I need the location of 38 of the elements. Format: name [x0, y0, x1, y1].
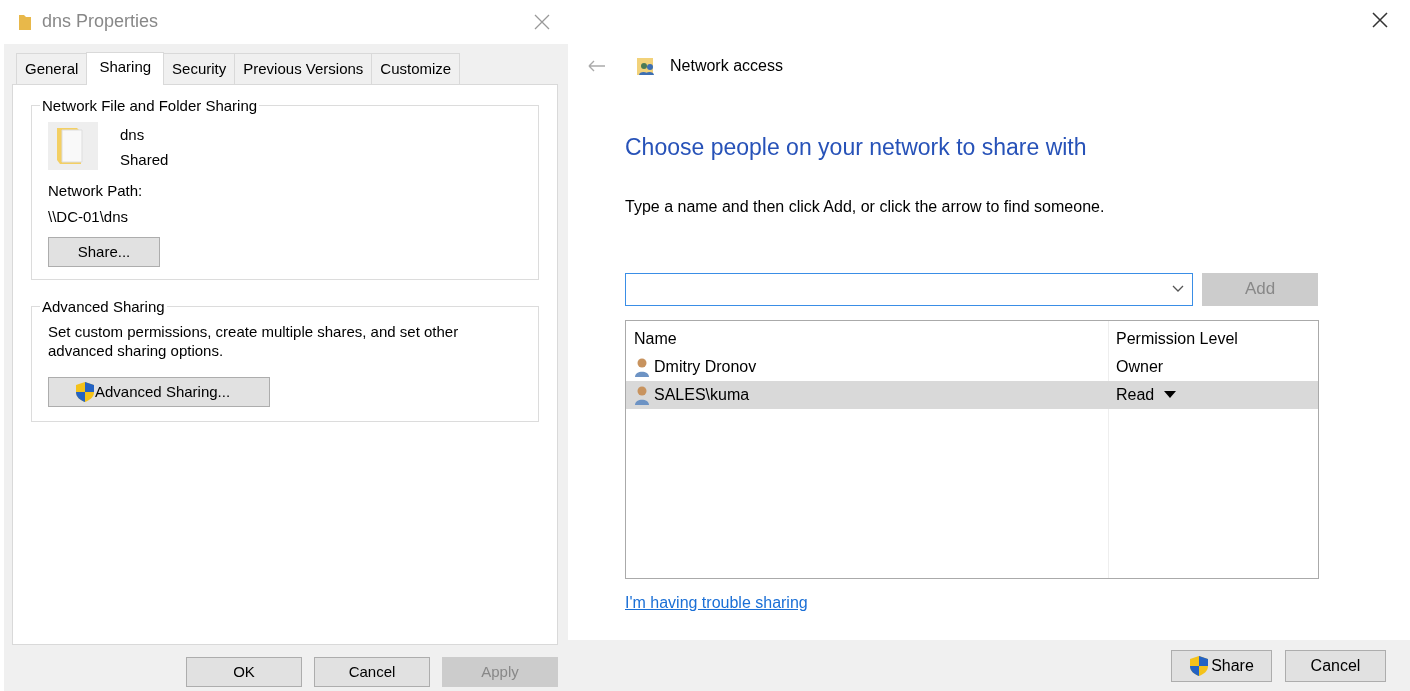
dialog-button[interactable]: Cancel [314, 656, 430, 687]
table-row[interactable]: Dmitry Dronov Owner [626, 352, 1318, 381]
dropdown-arrow-icon[interactable] [1164, 391, 1177, 398]
folder-name: dns [120, 124, 146, 145]
instruction-text: Type a name and then click Add, or click the arrow to find someone. [625, 196, 1106, 217]
advanced-sharing-description: Set custom permissions, create multiple shares, and set other advanced sharing options. [48, 323, 460, 361]
user-name: SALES\kuma [654, 384, 750, 405]
network-path: \\DC-01\dns [48, 207, 130, 227]
window-title: dns Properties [42, 10, 159, 34]
page-heading: Choose people on your network to share with [625, 133, 1088, 162]
permission-level: Owner [1116, 356, 1164, 377]
tab[interactable]: General [16, 53, 88, 84]
help-link[interactable]: I'm having trouble sharing [625, 590, 808, 615]
column-header[interactable]: Permission Level [1116, 326, 1238, 351]
dialog-button[interactable]: OK [186, 656, 302, 687]
people-icon [636, 56, 656, 76]
shield-icon [1189, 654, 1210, 677]
permission-level: Read [1116, 384, 1155, 405]
advanced-sharing-button[interactable]: Advanced Sharing... [48, 376, 270, 407]
shield-icon [75, 380, 95, 403]
user-icon [634, 356, 650, 377]
folder-icon [48, 121, 98, 170]
user-name: Dmitry Dronov [654, 356, 757, 377]
folder-status: Shared [120, 150, 169, 170]
table-row[interactable]: SALES\kuma Read [626, 380, 1318, 409]
window-title: Network access [670, 56, 783, 76]
tab[interactable]: Customize [371, 53, 461, 84]
network-path-label: Network Path: [48, 180, 144, 201]
share-button[interactable]: Share... [48, 236, 160, 267]
column-header[interactable]: Name [634, 326, 677, 351]
folder-icon [18, 12, 32, 31]
name-combo-box[interactable] [625, 272, 1193, 306]
tab[interactable]: Sharing [86, 52, 165, 85]
share-button[interactable]: Share [1171, 649, 1272, 682]
dialog-button[interactable]: Cancel [1285, 649, 1386, 682]
user-icon [634, 384, 650, 405]
chevron-down-icon[interactable] [1172, 285, 1184, 293]
close-icon[interactable] [1372, 12, 1388, 28]
